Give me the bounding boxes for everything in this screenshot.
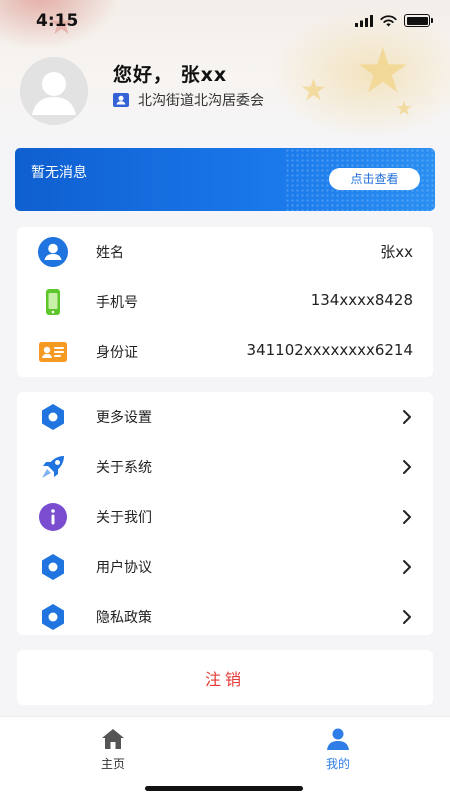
info-label: 身份证 — [96, 345, 138, 361]
tab-home[interactable]: 主页 — [58, 727, 168, 772]
menu-card: 更多设置 关于系统 关于我们 用户协议 隐私政策 — [17, 392, 433, 635]
menu-item-about-us[interactable]: 关于我们 — [17, 492, 433, 542]
star-decoration-icon: ★ — [395, 96, 413, 120]
status-time: 4:15 — [36, 11, 79, 31]
wifi-icon — [380, 14, 397, 26]
id-card-icon — [39, 342, 67, 362]
home-icon — [102, 729, 124, 749]
logout-button[interactable]: 注销 — [17, 650, 433, 705]
community-info: 北沟街道北沟居委会 — [113, 90, 264, 110]
info-value: 134xxxx8428 — [310, 291, 413, 309]
message-banner[interactable]: 暂无消息 点击查看 — [15, 148, 435, 211]
tab-label: 我的 — [325, 757, 350, 771]
menu-item-more-settings[interactable]: 更多设置 — [17, 392, 433, 442]
chevron-right-icon — [403, 610, 411, 624]
info-value: 341102xxxxxxxx6214 — [246, 341, 413, 359]
menu-item-label: 隐私政策 — [96, 610, 152, 626]
greeting: 您好， 张xx — [113, 64, 228, 86]
community-badge-icon — [113, 93, 129, 107]
logout-label: 注销 — [204, 670, 245, 689]
star-decoration-icon: ★ — [300, 73, 327, 108]
star-decoration-icon: ★ — [355, 34, 411, 107]
profile-icon — [327, 728, 349, 750]
personal-info-card: 姓名 张xx 手机号 134xxxx8428 身份证 341102xxxxxxx… — [17, 227, 433, 377]
chevron-right-icon — [403, 510, 411, 524]
chevron-right-icon — [403, 410, 411, 424]
menu-item-label: 更多设置 — [96, 410, 152, 426]
chevron-right-icon — [403, 460, 411, 474]
community-name: 北沟街道北沟居委会 — [138, 93, 264, 109]
privacy-hexagon-icon — [42, 604, 64, 630]
menu-item-label: 关于系统 — [96, 460, 152, 476]
tab-mine[interactable]: 我的 — [283, 727, 393, 772]
phone-icon — [46, 289, 60, 315]
menu-item-label: 关于我们 — [96, 510, 152, 526]
info-label: 姓名 — [96, 245, 124, 261]
menu-item-label: 用户协议 — [96, 560, 152, 576]
info-icon — [39, 503, 67, 531]
status-bar: 4:15 — [0, 0, 450, 44]
battery-icon — [404, 14, 433, 27]
banner-message: 暂无消息 — [31, 165, 87, 181]
rocket-icon — [42, 456, 64, 478]
tab-label: 主页 — [100, 757, 125, 771]
home-indicator — [145, 786, 303, 791]
info-row-name: 姓名 张xx — [17, 227, 433, 277]
menu-item-about-system[interactable]: 关于系统 — [17, 442, 433, 492]
user-icon — [38, 237, 68, 267]
chevron-right-icon — [403, 560, 411, 574]
view-messages-button[interactable]: 点击查看 — [329, 168, 420, 190]
info-value: 张xx — [380, 243, 413, 261]
status-icons — [355, 14, 433, 27]
signal-icon — [355, 14, 373, 27]
agreement-hexagon-icon — [42, 554, 64, 580]
menu-item-privacy-policy[interactable]: 隐私政策 — [17, 592, 433, 642]
info-row-phone: 手机号 134xxxx8428 — [17, 277, 433, 327]
info-row-id-card: 身份证 341102xxxxxxxx6214 — [17, 327, 433, 377]
avatar[interactable] — [20, 57, 88, 125]
info-label: 手机号 — [96, 295, 138, 311]
menu-item-user-agreement[interactable]: 用户协议 — [17, 542, 433, 592]
default-avatar-icon — [20, 57, 88, 125]
settings-hexagon-icon — [42, 404, 64, 430]
